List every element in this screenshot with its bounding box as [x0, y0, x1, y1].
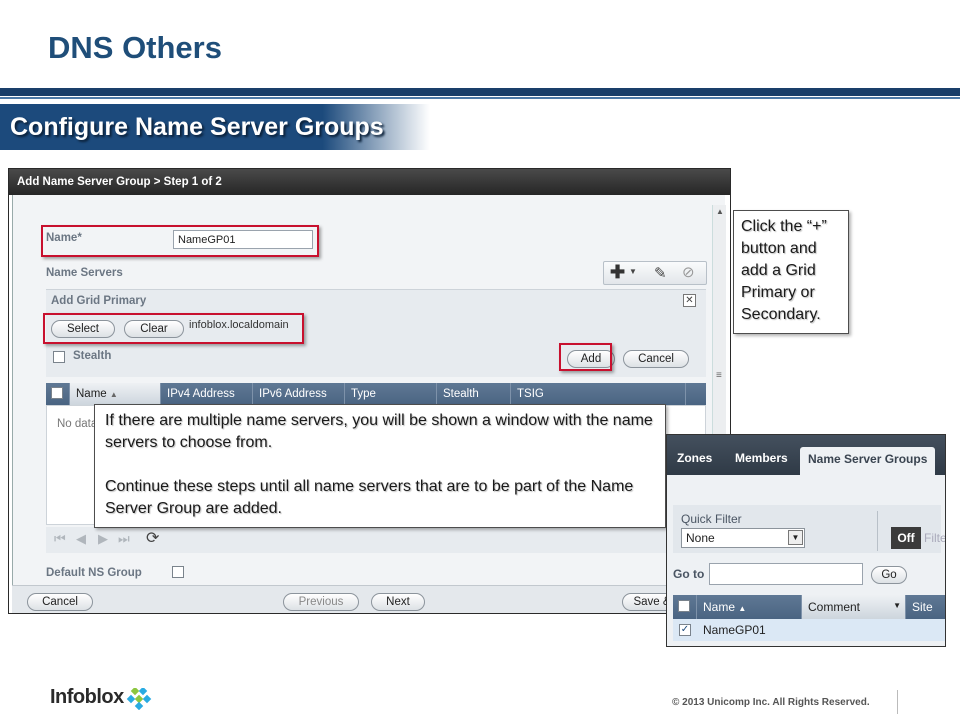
stealth-label: Stealth	[73, 350, 112, 362]
inset-column-comment[interactable]: Comment ▼	[802, 595, 906, 619]
prev-page-icon[interactable]: ◀	[76, 531, 86, 547]
filter-divider	[877, 511, 878, 551]
filter-label-partial: Filte	[924, 531, 946, 545]
quick-filter-select[interactable]: None ▼	[681, 528, 805, 548]
column-tsig[interactable]: TSIG	[511, 383, 686, 405]
stealth-checkbox[interactable]	[53, 351, 65, 363]
section-title: Configure Name Server Groups	[10, 113, 384, 141]
inset-column-site[interactable]: Site	[906, 595, 945, 619]
name-server-groups-inset: Zones Members Name Server Groups Quick F…	[666, 434, 946, 647]
continue-steps-text: Continue these steps until all name serv…	[105, 478, 634, 517]
select-all-cell	[46, 383, 70, 405]
quick-filter-label: Quick Filter	[681, 512, 742, 526]
no-data-text: No data	[57, 418, 98, 430]
tab-name-server-groups[interactable]: Name Server Groups	[800, 447, 936, 475]
title-divider	[0, 88, 960, 96]
cancel-button[interactable]: Cancel	[27, 593, 93, 611]
delete-icon[interactable]: ⊘	[682, 263, 695, 281]
tab-zones[interactable]: Zones	[677, 451, 712, 465]
tab-members[interactable]: Members	[735, 451, 788, 465]
next-button[interactable]: Next	[371, 593, 425, 611]
slide-title: DNS Others	[48, 30, 222, 65]
inset-select-all-checkbox[interactable]	[678, 600, 690, 612]
sort-asc-icon[interactable]: ▲	[110, 390, 118, 399]
refresh-icon[interactable]: ⟳	[146, 528, 159, 548]
column-ipv4[interactable]: IPv4 Address	[161, 383, 253, 405]
close-icon[interactable]: ✕	[683, 294, 696, 307]
scroll-grip-icon[interactable]: ≡	[716, 370, 722, 381]
pagination-bar: ⏮ ◀ ▶ ⏭ ⟳	[46, 527, 706, 553]
edit-icon[interactable]: ✎	[654, 264, 667, 282]
name-servers-toolbar: ✚ ▼ ✎ ⊘	[603, 261, 707, 285]
name-servers-label: Name Servers	[46, 267, 123, 279]
column-name-label: Name	[76, 388, 107, 400]
footer-divider	[897, 690, 898, 714]
add-icon[interactable]: ✚	[610, 262, 625, 283]
section-banner: Configure Name Server Groups	[0, 104, 430, 150]
inset-column-name-label: Name	[703, 600, 736, 614]
name-highlight	[41, 225, 319, 257]
add-name-server-group-dialog: Add Name Server Group > Step 1 of 2 ▲ ≡ …	[8, 168, 731, 614]
row-name: NameGP01	[703, 623, 766, 637]
multiple-servers-callout: If there are multiple name servers, you …	[94, 404, 666, 528]
goto-input[interactable]	[709, 563, 863, 585]
inset-sort-asc-icon[interactable]: ▲	[738, 604, 746, 613]
default-ns-group-checkbox[interactable]	[172, 566, 184, 578]
quick-filter-value: None	[686, 531, 715, 545]
column-ipv6[interactable]: IPv6 Address	[253, 383, 345, 405]
goto-label: Go to	[673, 567, 705, 581]
filter-off-toggle[interactable]: Off	[891, 527, 921, 549]
previous-button[interactable]: Previous	[283, 593, 359, 611]
name-servers-table-header: Name ▲ IPv4 Address IPv6 Address Type St…	[46, 383, 706, 405]
select-highlight	[43, 313, 304, 344]
add-dropdown-icon[interactable]: ▼	[629, 267, 637, 276]
default-ns-group-label: Default NS Group	[46, 567, 142, 579]
inset-select-all-cell	[673, 595, 697, 619]
add-highlight	[559, 343, 612, 371]
next-page-icon[interactable]: ▶	[98, 531, 108, 547]
inset-column-comment-label: Comment	[808, 600, 861, 614]
table-row[interactable]: ✓ NameGP01	[673, 619, 945, 641]
inset-table-header: Name ▲ Comment ▼ Site	[673, 595, 945, 619]
infoblox-logo-icon	[126, 688, 152, 710]
dialog-title: Add Name Server Group > Step 1 of 2	[9, 169, 730, 195]
multiple-servers-text: If there are multiple name servers, you …	[105, 412, 653, 451]
grid-primary-title: Add Grid Primary	[51, 295, 147, 307]
select-all-checkbox[interactable]	[51, 387, 63, 399]
column-stealth[interactable]: Stealth	[437, 383, 511, 405]
row-checkbox-checked[interactable]: ✓	[679, 624, 691, 636]
first-page-icon[interactable]: ⏮	[54, 531, 66, 547]
scroll-up-icon[interactable]: ▲	[716, 207, 724, 216]
plus-button-callout-text: Click the “+” button and add a Grid Prim…	[741, 218, 827, 323]
dialog-footer: Cancel Previous Next Save &	[12, 585, 725, 613]
inset-tab-bar: Zones Members Name Server Groups	[667, 435, 945, 475]
inset-column-name[interactable]: Name ▲	[697, 595, 802, 619]
infoblox-logo-text: Infoblox	[50, 686, 124, 708]
column-type[interactable]: Type	[345, 383, 437, 405]
chevron-down-icon[interactable]: ▼	[788, 530, 803, 545]
column-name[interactable]: Name ▲	[70, 383, 161, 405]
go-button[interactable]: Go	[871, 566, 907, 584]
title-divider-thin	[0, 97, 960, 99]
cancel-grid-primary-button[interactable]: Cancel	[623, 350, 689, 368]
column-menu-icon[interactable]: ▼	[893, 601, 901, 610]
copyright-text: © 2013 Unicomp Inc. All Rights Reserved.	[672, 697, 870, 708]
plus-button-callout: Click the “+” button and add a Grid Prim…	[733, 210, 849, 334]
last-page-icon[interactable]: ⏭	[118, 531, 130, 547]
